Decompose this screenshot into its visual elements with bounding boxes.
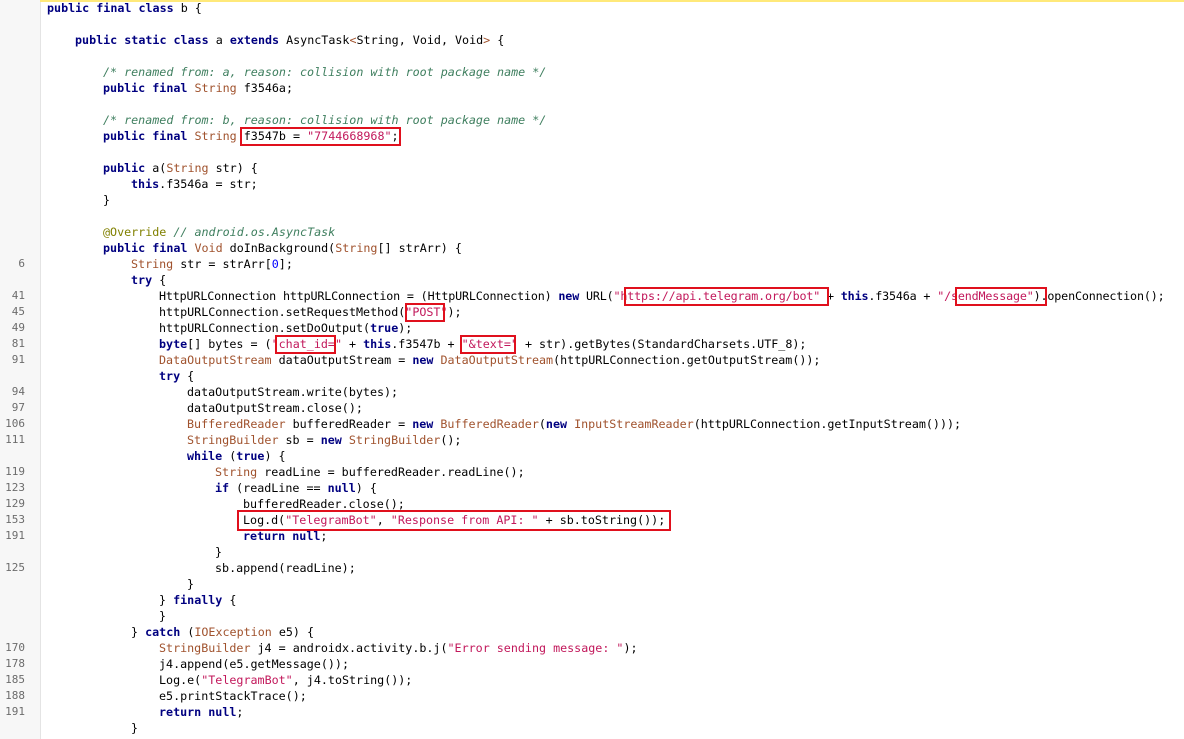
code-text: public final class b { — [47, 1, 202, 15]
code-text: while (true) { — [187, 449, 286, 463]
code-line: /* renamed from: b, reason: collision wi… — [0, 112, 1184, 128]
code-text: Log.e("TelegramBot", j4.toString()); — [159, 673, 413, 687]
code-line: 125 sb.append(readLine); — [0, 560, 1184, 576]
code-text: j4.append(e5.getMessage()); — [159, 657, 349, 671]
code-line: 170 StringBuilder j4 = androidx.activity.… — [0, 640, 1184, 656]
code-line: 81 byte[] bytes = ("chat_id=" + this.f354… — [0, 336, 1184, 352]
line-number: 41 — [11, 289, 25, 302]
code-line: try { — [0, 272, 1184, 288]
highlight-box-text-param — [460, 335, 516, 354]
code-text: this.f3546a = str; — [131, 177, 258, 191]
code-line: } — [0, 544, 1184, 560]
code-line: 119 String readLine = bufferedReader.read… — [0, 464, 1184, 480]
code-line: public final class b { — [0, 0, 1184, 16]
code-line: public final String f3547b = "7744668968… — [0, 128, 1184, 144]
code-text: try { — [159, 369, 195, 383]
code-text: e5.printStackTrace(); — [159, 689, 307, 703]
code-line: 45 httpURLConnection.setRequestMethod("PO… — [0, 304, 1184, 320]
highlight-box-chat-id-param — [275, 335, 336, 354]
line-number: 188 — [5, 689, 25, 702]
code-line: } catch (IOException e5) { — [0, 624, 1184, 640]
code-text: if (readLine == null) { — [215, 481, 377, 495]
code-line: 191 return null; — [0, 704, 1184, 720]
code-line: @Override // android.os.AsyncTask — [0, 224, 1184, 240]
line-number: 191 — [5, 705, 25, 718]
code-text: } — [131, 721, 139, 735]
code-line: } — [0, 608, 1184, 624]
code-text: public final Void doInBackground(String[… — [103, 241, 462, 255]
code-text: } — [103, 193, 111, 207]
code-line: 49 httpURLConnection.setDoOutput(true); — [0, 320, 1184, 336]
code-text: StringBuilder sb = new StringBuilder(); — [187, 433, 462, 447]
code-line: while (true) { — [0, 448, 1184, 464]
code-comment: /* renamed from: a, reason: collision wi… — [103, 65, 547, 79]
code-text: public a(String str) { — [103, 161, 258, 175]
code-text: String str = strArr[0]; — [131, 257, 293, 271]
line-number: 45 — [11, 305, 25, 318]
highlight-box-log-response — [237, 510, 671, 531]
line-number: 94 — [11, 385, 25, 398]
line-number: 129 — [5, 497, 25, 510]
code-line: public static class a extends AsyncTask<… — [0, 32, 1184, 48]
code-line: } — [0, 720, 1184, 736]
line-number: 111 — [5, 433, 25, 446]
line-number: 170 — [5, 641, 25, 654]
line-number: 6 — [18, 257, 25, 270]
highlight-box-post-method — [405, 303, 445, 322]
code-line: 123 if (readLine == null) { — [0, 480, 1184, 496]
code-text: } catch (IOException e5) { — [131, 625, 314, 639]
code-text: } — [215, 545, 223, 559]
code-line: } — [0, 576, 1184, 592]
code-text: String readLine = bufferedReader.readLin… — [215, 465, 525, 479]
code-line: /* renamed from: a, reason: collision wi… — [0, 64, 1184, 80]
code-line: 94 dataOutputStream.write(bytes); — [0, 384, 1184, 400]
code-text: BufferedReader bufferedReader = new Buff… — [187, 417, 962, 431]
line-number: 49 — [11, 321, 25, 334]
code-text: return null; — [159, 705, 244, 719]
line-number: 81 — [11, 337, 25, 350]
line-number: 191 — [5, 529, 25, 542]
code-text: } finally { — [159, 593, 237, 607]
code-text: try { — [131, 273, 167, 287]
code-text: public final String f3546a; — [103, 81, 294, 95]
code-line: public final Void doInBackground(String[… — [0, 240, 1184, 256]
code-text: httpURLConnection.setDoOutput(true); — [159, 321, 413, 335]
line-number: 178 — [5, 657, 25, 670]
code-line: 91 DataOutputStream dataOutputStream = ne… — [0, 352, 1184, 368]
code-line: } finally { — [0, 592, 1184, 608]
code-line: 185 Log.e("TelegramBot", j4.toString()); — [0, 672, 1184, 688]
code-text: } — [159, 609, 167, 623]
line-number: 97 — [11, 401, 25, 414]
line-number: 153 — [5, 513, 25, 526]
code-text: dataOutputStream.write(bytes); — [187, 385, 399, 399]
code-line: 188 e5.printStackTrace(); — [0, 688, 1184, 704]
code-line: public a(String str) { — [0, 160, 1184, 176]
highlight-box-chat-id-value — [240, 127, 401, 146]
code-text: sb.append(readLine); — [215, 561, 356, 575]
code-line: 111 StringBuilder sb = new StringBuilder(… — [0, 432, 1184, 448]
line-number: 91 — [11, 353, 25, 366]
code-text: } — [187, 577, 195, 591]
code-annotation: @Override // android.os.AsyncTask — [103, 225, 336, 239]
code-line: try { — [0, 368, 1184, 384]
code-text: public static class a extends AsyncTask<… — [75, 33, 505, 47]
code-text: DataOutputStream dataOutputStream = new … — [159, 353, 821, 367]
code-comment: /* renamed from: b, reason: collision wi… — [103, 113, 547, 127]
code-line: 178 j4.append(e5.getMessage()); — [0, 656, 1184, 672]
highlight-box-api-url — [624, 287, 829, 306]
code-text: dataOutputStream.close(); — [187, 401, 363, 415]
line-number: 106 — [5, 417, 25, 430]
code-line: 6 String str = strArr[0]; — [0, 256, 1184, 272]
line-number: 119 — [5, 465, 25, 478]
code-line: public final String f3546a; — [0, 80, 1184, 96]
line-number: 125 — [5, 561, 25, 574]
line-number: 123 — [5, 481, 25, 494]
code-line: 106 BufferedReader bufferedReader = new B… — [0, 416, 1184, 432]
code-line: this.f3546a = str; — [0, 176, 1184, 192]
highlight-box-send-message — [955, 287, 1047, 306]
code-line: 97 dataOutputStream.close(); — [0, 400, 1184, 416]
line-number: 185 — [5, 673, 25, 686]
code-line: } — [0, 192, 1184, 208]
code-text: StringBuilder j4 = androidx.activity.b.j… — [159, 641, 638, 655]
